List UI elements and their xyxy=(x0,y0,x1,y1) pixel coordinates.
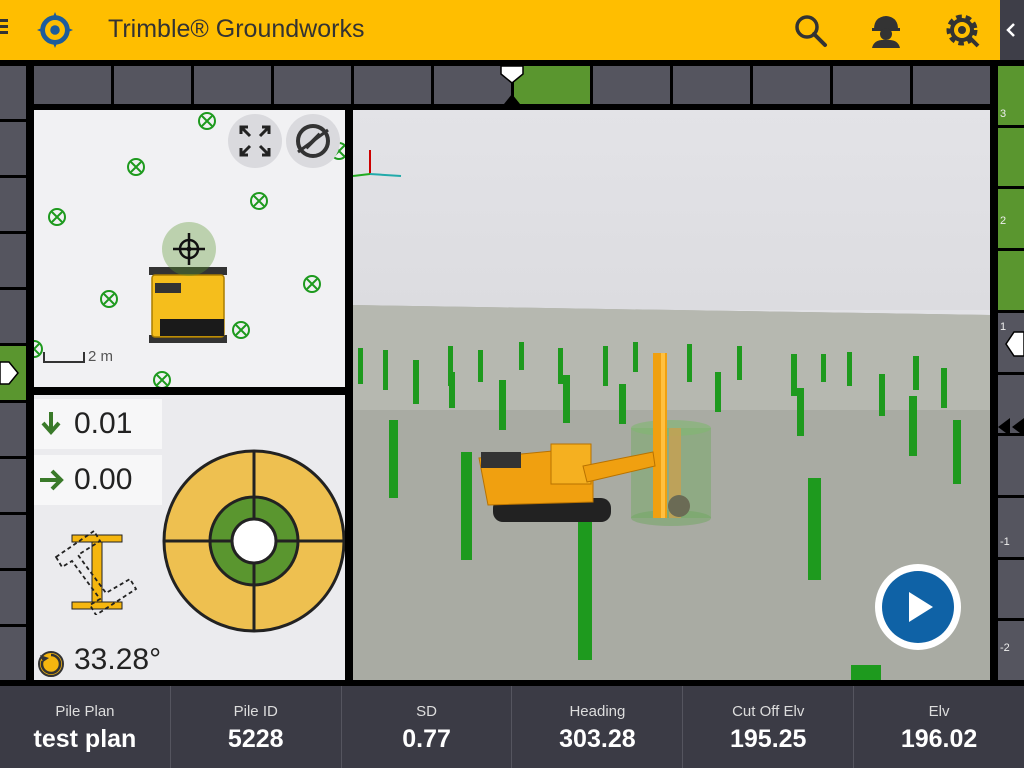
rail-segment xyxy=(0,402,26,456)
operator-icon[interactable] xyxy=(866,10,906,50)
expand-icon xyxy=(239,125,271,157)
machine-top-view-icon xyxy=(149,267,227,343)
footer-pile-plan[interactable]: Pile Plan test plan xyxy=(0,686,171,768)
guidance-segment xyxy=(673,66,751,104)
pile-marker-icon xyxy=(250,192,268,210)
scale-label: 2 m xyxy=(88,348,114,365)
pile-marker-icon xyxy=(232,321,250,339)
footer-label: Pile Plan xyxy=(55,703,115,720)
rail-segment xyxy=(0,122,26,176)
collapse-panel-button[interactable] xyxy=(1000,0,1024,60)
rail-segment xyxy=(0,458,26,512)
bullseye-target xyxy=(162,449,345,633)
horizontal-offset-row: 0.00 xyxy=(34,455,162,505)
horizontal-offset-value: 0.00 xyxy=(74,463,133,496)
rail-segment-above xyxy=(998,127,1024,187)
elevation-rail xyxy=(998,66,1024,681)
settings-icon[interactable] xyxy=(942,10,982,50)
guidance-segment xyxy=(273,66,351,104)
footer-value: test plan xyxy=(33,725,137,753)
app-title: Trimble® Groundworks xyxy=(108,15,365,43)
target-crosshair-icon xyxy=(162,222,216,276)
elevation-tick: 2 xyxy=(1000,215,1007,227)
footer-elv[interactable]: Elv 196.02 xyxy=(854,686,1024,768)
rail-segment xyxy=(0,234,26,288)
guidance-segment xyxy=(833,66,911,104)
footer-pile-id[interactable]: Pile ID 5228 xyxy=(171,686,342,768)
guidance-segment xyxy=(593,66,671,104)
arrow-down-icon xyxy=(41,412,61,436)
pile-guidance-panel: 0.01 0.00 33.28° xyxy=(34,395,345,680)
rail-segment xyxy=(0,626,26,681)
footer-heading[interactable]: Heading 303.28 xyxy=(512,686,684,768)
guidance-segment xyxy=(353,66,431,104)
footer-sd[interactable]: SD 0.77 xyxy=(342,686,513,768)
guidance-segment xyxy=(753,66,831,104)
play-icon xyxy=(882,571,954,643)
pile-marker-icon xyxy=(198,112,216,130)
guidance-segment xyxy=(34,66,111,104)
footer-value: 5228 xyxy=(227,725,284,753)
rail-segment xyxy=(998,436,1024,495)
rail-segment xyxy=(0,66,26,120)
footer-value: 196.02 xyxy=(900,725,978,753)
rail-segment xyxy=(0,178,26,232)
rail-segment xyxy=(0,514,26,568)
elevation-tick: 3 xyxy=(1000,108,1007,120)
footer-label: Heading xyxy=(569,703,626,720)
footer-label: Pile ID xyxy=(233,703,278,720)
trimble-logo-icon xyxy=(36,11,74,49)
plan-view-map[interactable]: 2 m xyxy=(34,110,345,387)
pile-marker-icon xyxy=(100,290,118,308)
vertical-offset-value: 0.01 xyxy=(74,407,133,440)
rail-segment xyxy=(0,570,26,624)
elevation-current-indicator-icon xyxy=(998,418,1024,436)
footer-cut-off-elv[interactable]: Cut Off Elv 195.25 xyxy=(683,686,855,768)
scale-bar xyxy=(43,352,85,363)
footer-label: Elv xyxy=(928,703,950,720)
rail-segment xyxy=(0,290,26,344)
guidance-segment xyxy=(193,66,271,104)
pile-marker-icon xyxy=(153,371,171,387)
pile-marker-icon xyxy=(127,158,145,176)
vertical-offset-row: 0.01 xyxy=(34,399,162,449)
footer-value: 195.25 xyxy=(729,725,807,753)
footer-label: Cut Off Elv xyxy=(732,703,805,720)
rail-segment xyxy=(998,559,1024,619)
compass-icon xyxy=(296,124,330,158)
compass-toggle-button[interactable] xyxy=(286,114,340,168)
elevation-tick: -2 xyxy=(1000,642,1010,654)
pile-marker-icon xyxy=(34,340,43,358)
chevron-left-icon xyxy=(1006,23,1015,37)
3d-scene-view[interactable] xyxy=(353,110,990,680)
horizontal-indicator-icon xyxy=(500,66,524,104)
guidance-segment xyxy=(113,66,191,104)
fullscreen-button[interactable] xyxy=(228,114,282,168)
arrow-right-icon xyxy=(40,469,64,491)
pile-marker-icon xyxy=(303,275,321,293)
left-indicator-icon xyxy=(0,361,19,385)
guidance-segment xyxy=(913,66,991,104)
search-icon[interactable] xyxy=(790,10,830,50)
footer-label: SD xyxy=(416,703,437,720)
rotation-value: 33.28° xyxy=(74,643,162,676)
menu-icon[interactable] xyxy=(0,16,14,40)
footer-value: 0.77 xyxy=(402,725,451,753)
elevation-max-indicator-icon xyxy=(1005,331,1024,357)
status-footer: Pile Plan test plan Pile ID 5228 SD 0.77… xyxy=(0,686,1024,768)
rotate-icon xyxy=(38,651,64,677)
rail-segment-above xyxy=(998,251,1024,310)
pile-orientation-icon xyxy=(54,529,138,615)
pile-marker-icon xyxy=(48,208,66,226)
footer-value: 303.28 xyxy=(559,725,636,753)
elevation-tick: -1 xyxy=(1000,536,1010,548)
app-header: Trimble® Groundworks xyxy=(0,0,1024,60)
play-button[interactable] xyxy=(875,564,961,650)
